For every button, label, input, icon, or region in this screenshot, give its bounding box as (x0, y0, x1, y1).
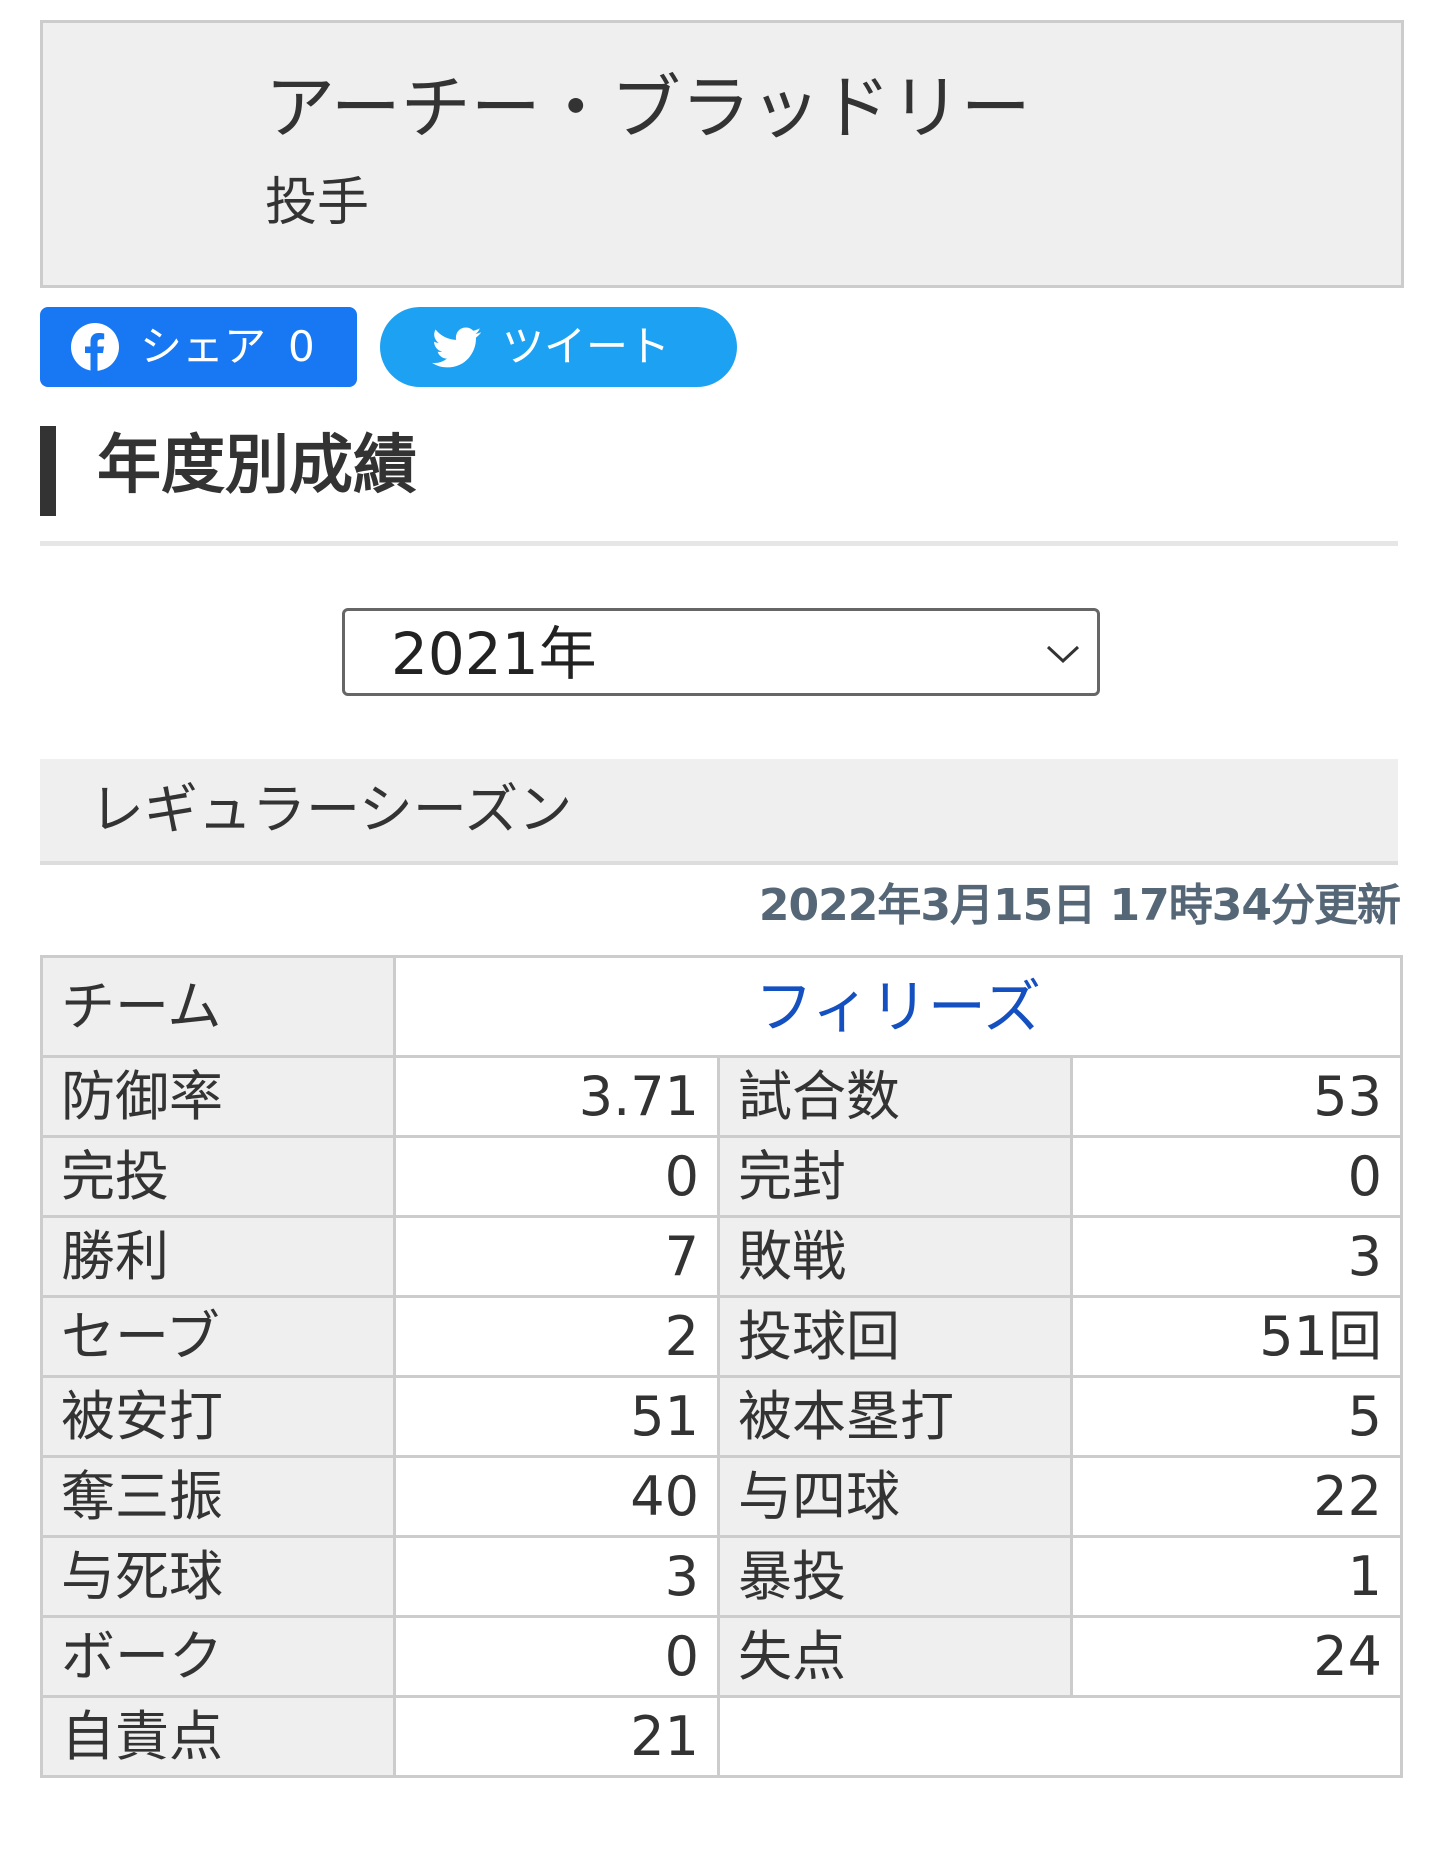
empty-cell (716, 1695, 1404, 1778)
yearly-stats-heading: 年度別成績 (40, 426, 1398, 546)
table-row: 被安打 51 被本塁打 5 (40, 1375, 1404, 1458)
stat-label: 勝利 (40, 1215, 396, 1298)
stat-label: 試合数 (717, 1055, 1073, 1138)
stat-value: 51 (393, 1375, 720, 1458)
tweet-button[interactable]: ツイート (380, 307, 737, 387)
team-name-link[interactable]: フィリーズ (392, 955, 1404, 1058)
facebook-share-count: 0 (288, 322, 315, 371)
stat-value: 2 (393, 1295, 720, 1378)
stat-label: 与四球 (717, 1455, 1073, 1538)
stat-value: 5 (1069, 1375, 1404, 1458)
stat-value: 40 (393, 1455, 720, 1538)
team-label: チーム (40, 955, 396, 1058)
pitching-stats-table: チーム フィリーズ 防御率 3.71 試合数 53 完投 0 完封 0 勝利 7… (40, 955, 1404, 1778)
stat-label: 被本塁打 (717, 1375, 1073, 1458)
stat-value: 24 (1069, 1615, 1404, 1698)
chevron-down-icon (1046, 645, 1080, 664)
stat-value: 3 (393, 1535, 720, 1618)
stat-label: 完封 (717, 1135, 1073, 1218)
stat-label: ボーク (40, 1615, 396, 1698)
stat-value: 22 (1069, 1455, 1404, 1538)
table-row: 自責点 21 (40, 1695, 1404, 1778)
table-row: 与死球 3 暴投 1 (40, 1535, 1404, 1618)
stat-label: 失点 (717, 1615, 1073, 1698)
table-row: ボーク 0 失点 24 (40, 1615, 1404, 1698)
stat-label: 敗戦 (717, 1215, 1073, 1298)
table-row: 勝利 7 敗戦 3 (40, 1215, 1404, 1298)
stat-label: 与死球 (40, 1535, 396, 1618)
facebook-share-label: シェア (140, 322, 267, 371)
stat-value: 21 (393, 1695, 720, 1778)
stat-label: 被安打 (40, 1375, 396, 1458)
season-header: レギュラーシーズン (40, 759, 1398, 865)
player-name: アーチー・ブラッドリー (265, 67, 1031, 149)
stat-value: 51回 (1069, 1295, 1404, 1378)
stat-label: 完投 (40, 1135, 396, 1218)
stat-value: 7 (393, 1215, 720, 1298)
yearly-stats-title: 年度別成績 (97, 429, 417, 503)
stat-value: 0 (393, 1615, 720, 1698)
table-row: セーブ 2 投球回 51回 (40, 1295, 1404, 1378)
stat-value: 53 (1069, 1055, 1404, 1138)
player-position: 投手 (265, 173, 370, 233)
tweet-label: ツイート (502, 322, 671, 371)
stat-label: 奪三振 (40, 1455, 396, 1538)
season-title: レギュラーシーズン (90, 778, 573, 841)
table-row: 防御率 3.71 試合数 53 (40, 1055, 1404, 1138)
facebook-icon (71, 323, 119, 372)
stat-value: 0 (393, 1135, 720, 1218)
stat-label: 暴投 (717, 1535, 1073, 1618)
stat-label: セーブ (40, 1295, 396, 1378)
stat-label: 投球回 (717, 1295, 1073, 1378)
year-select-value: 2021年 (391, 620, 597, 688)
stat-value: 0 (1069, 1135, 1404, 1218)
twitter-bird-icon (432, 327, 482, 368)
table-row: 奪三振 40 与四球 22 (40, 1455, 1404, 1538)
table-row-team: チーム フィリーズ (40, 955, 1404, 1058)
heading-accent-bar (40, 426, 56, 516)
facebook-share-button[interactable]: シェア 0 (40, 307, 357, 387)
stat-value: 3.71 (393, 1055, 720, 1138)
stat-label: 自責点 (40, 1695, 396, 1778)
stat-label: 防御率 (40, 1055, 396, 1138)
year-select[interactable]: 2021年 (342, 608, 1100, 696)
stat-value: 3 (1069, 1215, 1404, 1298)
updated-timestamp: 2022年3月15日 17時34分更新 (758, 880, 1401, 931)
table-row: 完投 0 完封 0 (40, 1135, 1404, 1218)
stat-value: 1 (1069, 1535, 1404, 1618)
player-profile-card: アーチー・ブラッドリー 投手 (40, 20, 1404, 288)
